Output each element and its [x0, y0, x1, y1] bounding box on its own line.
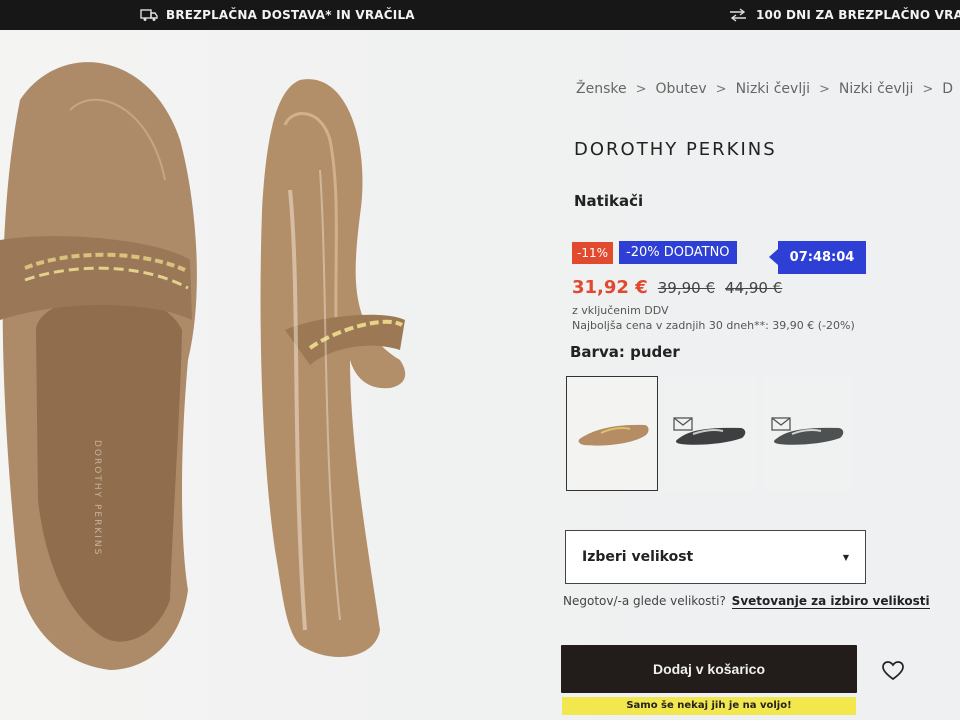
returns-promo-label: 100 DNI ZA BREZPLAČNO VRAČ	[756, 8, 960, 22]
size-guide-link[interactable]: Svetovanje za izbiro velikosti	[731, 594, 930, 609]
current-price: 31,92 €	[572, 277, 648, 298]
lowest-price-note: Najboljša cena v zadnjih 30 dneh**: 39,9…	[572, 319, 855, 332]
breadcrumb-item[interactable]: Nizki čevlji	[839, 81, 913, 97]
selected-color: puder	[630, 343, 680, 361]
shipping-promo: BREZPLAČNA DOSTAVA* IN VRAČILA	[140, 8, 415, 22]
countdown-timer: 07:48:04	[769, 241, 866, 274]
dropdown-arrow-icon: ▼	[842, 553, 849, 562]
mail-icon[interactable]	[673, 417, 693, 431]
price-badges: -11% -20% DODATNO	[572, 241, 737, 264]
chevron-right-icon: >	[635, 81, 647, 97]
breadcrumb-item[interactable]: Nizki čevlji	[736, 81, 810, 97]
chevron-right-icon: >	[715, 81, 727, 97]
truck-icon	[140, 9, 158, 21]
mail-icon[interactable]	[771, 417, 791, 431]
old-price: 39,90 €	[657, 279, 715, 297]
color-swatch-black-grey[interactable]	[762, 376, 854, 491]
low-stock-banner: Samo še nekaj jih je na voljo!	[562, 697, 856, 715]
add-to-cart-button[interactable]: Dodaj v košarico	[561, 645, 857, 693]
returns-promo: 100 DNI ZA BREZPLAČNO VRAČ	[728, 8, 960, 22]
svg-text:DOROTHY PERKINS: DOROTHY PERKINS	[92, 440, 102, 556]
promo-topbar: BREZPLAČNA DOSTAVA* IN VRAČILA 100 DNI Z…	[0, 0, 960, 30]
chevron-right-icon: >	[819, 81, 830, 97]
color-label: Barva:	[570, 343, 625, 361]
breadcrumb-item[interactable]: Ženske	[576, 81, 627, 97]
breadcrumb-item[interactable]: D	[942, 81, 953, 97]
breadcrumb-item[interactable]: Obutev	[656, 81, 707, 97]
shoe-thumbnail	[578, 424, 649, 446]
breadcrumb: Ženske > Obutev > Nizki čevlji > Nizki č…	[576, 78, 960, 100]
color-swatch-puder[interactable]	[566, 376, 658, 491]
heart-icon[interactable]	[882, 661, 904, 681]
color-swatch-black[interactable]	[664, 376, 756, 491]
brand-name[interactable]: DOROTHY PERKINS	[574, 139, 777, 160]
vat-note: z vključenim DDV	[572, 304, 669, 317]
color-heading: Barva: puder	[570, 343, 680, 361]
price-row: 31,92 € 39,90 € 44,90 €	[572, 277, 782, 298]
product-image[interactable]: DOROTHY PERKINS	[0, 30, 440, 720]
original-price: 44,90 €	[725, 279, 783, 297]
product-title: Natikači	[574, 192, 644, 210]
size-select-label: Izberi velikost	[582, 549, 694, 565]
size-help: Negotov/-a glede velikosti? Svetovanje z…	[563, 594, 930, 609]
extra-discount-badge: -20% DODATNO	[619, 241, 737, 264]
size-select[interactable]: Izberi velikost ▼	[565, 530, 866, 584]
size-help-text: Negotov/-a glede velikosti?	[563, 594, 726, 608]
discount-badge: -11%	[572, 241, 614, 264]
shipping-promo-label: BREZPLAČNA DOSTAVA* IN VRAČILA	[166, 8, 415, 22]
chevron-right-icon: >	[922, 81, 934, 97]
exchange-arrows-icon	[730, 8, 746, 22]
